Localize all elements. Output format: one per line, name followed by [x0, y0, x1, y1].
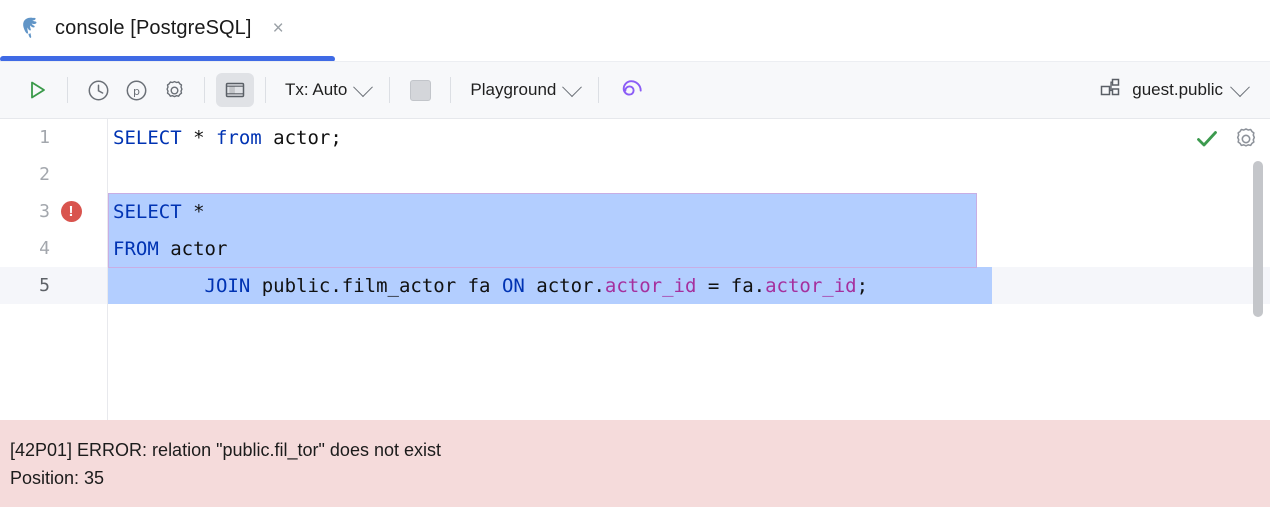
- code-line-1-text: SELECT * from actor;: [108, 127, 342, 149]
- schema-label: guest.public: [1132, 80, 1223, 100]
- toolbar-separator: [389, 77, 390, 103]
- gutter-line-1[interactable]: 1: [0, 119, 107, 156]
- code-line-3-text: SELECT *: [108, 201, 205, 223]
- line-marker: [60, 238, 82, 260]
- error-position: Position: 35: [10, 464, 1270, 492]
- session-dropdown[interactable]: Playground: [462, 75, 587, 105]
- line-marker: [60, 127, 82, 149]
- editor-gutter: 1 2 3 ! 4 5: [0, 119, 108, 420]
- chevron-down-icon: [562, 77, 582, 97]
- line-number: 1: [0, 127, 51, 148]
- error-icon: !: [61, 201, 82, 222]
- stop-icon: [410, 80, 431, 101]
- error-output-panel: [42P01] ERROR: relation "public.fil_tor"…: [0, 420, 1270, 507]
- panel-layout-icon[interactable]: [216, 73, 254, 107]
- gutter-line-2[interactable]: 2: [0, 156, 107, 193]
- sql-console-window: console [PostgreSQL] ×: [0, 0, 1270, 507]
- selection-highlight-block: [108, 193, 977, 268]
- chevron-down-icon: [1230, 77, 1250, 97]
- line-number: 5: [0, 275, 51, 296]
- tab-console-postgresql[interactable]: console [PostgreSQL] ×: [0, 0, 298, 56]
- editor-scrollbar[interactable]: [1253, 161, 1263, 317]
- toolbar-separator: [67, 77, 68, 103]
- inspections-ok-icon[interactable]: [1194, 126, 1220, 152]
- code-line-4-text: FROM actor: [108, 238, 227, 260]
- tab-title: console [PostgreSQL]: [55, 17, 252, 40]
- toolbar-right-group: guest.public: [1093, 73, 1254, 108]
- gutter-line-4[interactable]: 4: [0, 230, 107, 267]
- sql-editor[interactable]: 1 2 3 ! 4 5: [0, 119, 1270, 420]
- history-icon[interactable]: [79, 73, 117, 107]
- gutter-line-3[interactable]: 3 !: [0, 193, 107, 230]
- toolbar-separator: [265, 77, 266, 103]
- line-number: 4: [0, 238, 51, 259]
- toolbar-separator: [450, 77, 451, 103]
- tab-bar: console [PostgreSQL] ×: [0, 0, 1270, 62]
- code-area[interactable]: SELECT * from actor; SELECT * FROM actor…: [108, 119, 1270, 420]
- code-line-1[interactable]: SELECT * from actor;: [108, 119, 1270, 156]
- gear-icon[interactable]: [155, 73, 193, 107]
- tx-mode-label: Tx: Auto: [285, 80, 347, 100]
- stop-button[interactable]: [401, 73, 439, 107]
- tx-mode-dropdown[interactable]: Tx: Auto: [277, 75, 378, 105]
- error-marker[interactable]: !: [60, 201, 82, 223]
- line-marker: [60, 164, 82, 186]
- gutter-line-5[interactable]: 5: [0, 267, 107, 304]
- schema-icon: [1100, 78, 1122, 103]
- console-toolbar: p Tx: Auto: [0, 62, 1270, 119]
- chevron-down-icon: [353, 77, 373, 97]
- code-line-2[interactable]: [108, 156, 1270, 193]
- svg-text:p: p: [133, 85, 140, 98]
- parameters-icon[interactable]: p: [117, 73, 155, 107]
- close-icon[interactable]: ×: [273, 19, 284, 38]
- code-line-5-text: JOIN public.film_actor fa ON actor.actor…: [108, 275, 868, 297]
- line-number: 2: [0, 164, 51, 185]
- schema-dropdown[interactable]: guest.public: [1093, 73, 1254, 108]
- session-label: Playground: [470, 80, 556, 100]
- ai-assistant-icon[interactable]: [610, 73, 648, 107]
- toolbar-separator: [204, 77, 205, 103]
- toolbar-left-group: p Tx: Auto: [18, 73, 648, 107]
- line-marker: [60, 275, 82, 297]
- run-button[interactable]: [18, 73, 56, 107]
- inspection-settings-gear-icon[interactable]: [1232, 125, 1260, 153]
- line-number: 3: [0, 201, 51, 222]
- toolbar-separator: [598, 77, 599, 103]
- error-message: [42P01] ERROR: relation "public.fil_tor"…: [10, 436, 1270, 464]
- postgresql-elephant-icon: [18, 15, 44, 41]
